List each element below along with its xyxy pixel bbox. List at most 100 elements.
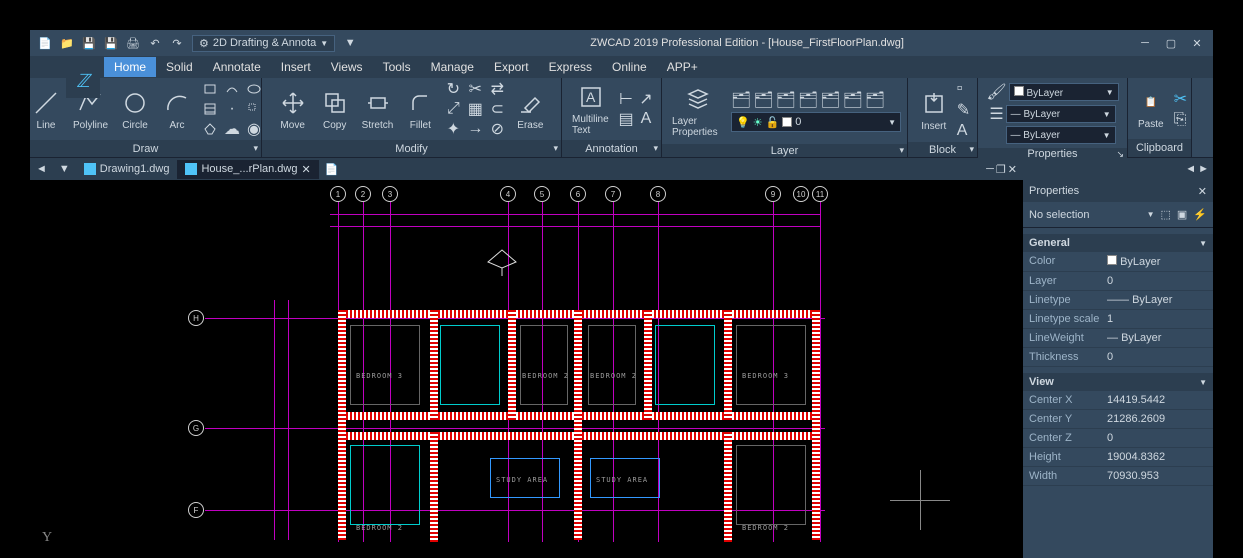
menu-tab-export[interactable]: Export bbox=[484, 57, 539, 77]
extend-icon[interactable]: → bbox=[465, 120, 485, 138]
list-icon[interactable]: ☰ bbox=[989, 104, 1003, 124]
prop-row[interactable]: Width70930.953 bbox=[1023, 467, 1213, 486]
copy-clip-icon[interactable]: ⎘ bbox=[1174, 111, 1187, 129]
menu-tab-express[interactable]: Express bbox=[539, 57, 602, 77]
menu-tab-app[interactable]: APP+ bbox=[657, 57, 708, 77]
doc-close-icon[interactable]: ✕ bbox=[1008, 163, 1017, 176]
layer-iso-icon[interactable]: 🗂 bbox=[753, 90, 773, 110]
layer-combo[interactable]: 💡 ☀ 🔓 0 ▼ bbox=[731, 112, 901, 132]
close-tab-icon[interactable]: ✕ bbox=[301, 163, 310, 176]
layer-state-icon[interactable]: 🗂 bbox=[731, 90, 751, 110]
match-props-icon[interactable]: 🖌 bbox=[986, 82, 1006, 102]
circle-tool[interactable]: Circle bbox=[116, 86, 154, 133]
prop-row[interactable]: LineWeight— ByLayer bbox=[1023, 329, 1213, 348]
qat-dropdown-icon[interactable]: ▼ bbox=[340, 33, 360, 53]
expand-icon[interactable]: ▾ bbox=[899, 145, 904, 156]
menu-tab-home[interactable]: Home bbox=[104, 57, 156, 77]
prop-row[interactable]: Center Y21286.2609 bbox=[1023, 410, 1213, 429]
break-icon[interactable]: ⊘ bbox=[487, 120, 507, 138]
prop-row[interactable]: Layer0 bbox=[1023, 272, 1213, 291]
stretch-tool[interactable]: Stretch bbox=[358, 86, 398, 133]
offset-icon[interactable]: ⊂ bbox=[487, 100, 507, 118]
new-icon[interactable]: 📄 bbox=[35, 33, 55, 53]
menu-tab-views[interactable]: Views bbox=[321, 57, 373, 77]
lineweight-combo[interactable]: — ByLayer▼ bbox=[1006, 105, 1116, 123]
pickset-icon[interactable]: ⚡ bbox=[1193, 208, 1207, 221]
scale-icon[interactable]: ⤢ bbox=[443, 100, 463, 118]
menu-tab-tools[interactable]: Tools bbox=[373, 57, 421, 77]
drawing-canvas[interactable]: 1 2 3 4 5 6 7 8 9 10 11 H G F bbox=[30, 180, 1023, 558]
layer-prev-icon[interactable]: 🗂 bbox=[865, 90, 885, 110]
redo-icon[interactable]: ↷ bbox=[167, 33, 187, 53]
paste-tool[interactable]: 📋Paste bbox=[1132, 85, 1170, 132]
menu-tab-insert[interactable]: Insert bbox=[271, 57, 321, 77]
layer-match-icon[interactable]: 🗂 bbox=[843, 90, 863, 110]
attr-block-icon[interactable]: A bbox=[957, 122, 970, 140]
doc-tab-drawing1[interactable]: Drawing1.dwg bbox=[76, 160, 178, 178]
saveas-icon[interactable]: 💾 bbox=[101, 33, 121, 53]
prop-row[interactable]: Thickness0 bbox=[1023, 348, 1213, 367]
rectangle-icon[interactable] bbox=[200, 80, 220, 98]
panel-nav-right-icon[interactable]: ► bbox=[1198, 163, 1209, 175]
mirror-icon[interactable]: ⇄ bbox=[487, 80, 507, 98]
open-icon[interactable]: 📁 bbox=[57, 33, 77, 53]
save-icon[interactable]: 💾 bbox=[79, 33, 99, 53]
prop-row[interactable]: Linetype—— ByLayer bbox=[1023, 291, 1213, 310]
rotate-icon[interactable]: ↻ bbox=[443, 80, 463, 98]
tab-nav-left[interactable]: ◄ bbox=[30, 163, 53, 175]
erase-tool[interactable]: Erase bbox=[511, 86, 549, 133]
prop-row[interactable]: Height19004.8362 bbox=[1023, 448, 1213, 467]
workspace-selector[interactable]: ⚙ 2D Drafting & Annota ▼ bbox=[192, 35, 335, 52]
polygon-icon[interactable] bbox=[200, 120, 220, 138]
hatch-icon[interactable] bbox=[200, 100, 220, 118]
quick-select-icon[interactable]: ⬚ bbox=[1160, 208, 1170, 221]
edit-block-icon[interactable]: ✎ bbox=[957, 100, 970, 120]
doc-tab-house[interactable]: House_...rPlan.dwg✕ bbox=[177, 160, 318, 179]
menu-tab-manage[interactable]: Manage bbox=[421, 57, 484, 77]
mtext-tool[interactable]: AMultiline Text bbox=[568, 80, 613, 138]
arc-tool[interactable]: Arc bbox=[158, 86, 196, 133]
leader-icon[interactable]: ↗ bbox=[637, 90, 655, 108]
point-icon[interactable]: · bbox=[222, 100, 242, 118]
expand-icon[interactable]: ▾ bbox=[253, 143, 258, 154]
spline-icon[interactable] bbox=[222, 80, 242, 98]
view-cube[interactable] bbox=[482, 248, 522, 280]
prop-row[interactable]: Color ByLayer bbox=[1023, 252, 1213, 272]
section-view[interactable]: View▼ bbox=[1023, 373, 1213, 391]
section-general[interactable]: General▼ bbox=[1023, 234, 1213, 252]
fillet-tool[interactable]: Fillet bbox=[401, 86, 439, 133]
new-tab-icon[interactable]: 📄 bbox=[319, 163, 345, 176]
select-objects-icon[interactable]: ▣ bbox=[1177, 208, 1187, 221]
explode-icon[interactable]: ✦ bbox=[443, 120, 463, 138]
close-button[interactable]: ✕ bbox=[1185, 34, 1209, 52]
linetype-combo[interactable]: — ByLayer▼ bbox=[1006, 126, 1116, 144]
copy-tool[interactable]: Copy bbox=[316, 86, 354, 133]
prop-row[interactable]: Center X14419.5442 bbox=[1023, 391, 1213, 410]
text-icon[interactable]: A bbox=[637, 110, 655, 128]
expand-icon[interactable]: ▾ bbox=[653, 143, 658, 154]
expand-icon[interactable]: ▾ bbox=[969, 144, 974, 155]
dimension-icon[interactable]: ⊢ bbox=[617, 90, 635, 108]
prop-row[interactable]: Linetype scale1 bbox=[1023, 310, 1213, 329]
maximize-button[interactable]: ▢ bbox=[1159, 34, 1183, 52]
table-icon[interactable]: ▤ bbox=[617, 110, 635, 128]
insert-block-tool[interactable]: Insert bbox=[915, 87, 953, 134]
panel-nav-left-icon[interactable]: ◄ bbox=[1185, 163, 1196, 175]
minimize-button[interactable]: ─ bbox=[1133, 34, 1157, 52]
layer-lock-icon[interactable]: 🗂 bbox=[820, 90, 840, 110]
layer-off-icon[interactable]: 🗂 bbox=[776, 90, 796, 110]
revcloud-icon[interactable]: ☁ bbox=[222, 120, 242, 138]
create-block-icon[interactable]: ▫ bbox=[957, 80, 970, 98]
expand-arrow-icon[interactable]: ↘ bbox=[1116, 149, 1124, 160]
doc-minimize-icon[interactable]: ─ bbox=[986, 163, 994, 176]
menu-tab-solid[interactable]: Solid bbox=[156, 57, 203, 77]
plot-icon[interactable]: 🖨 bbox=[123, 33, 143, 53]
move-tool[interactable]: Move bbox=[274, 86, 312, 133]
undo-icon[interactable]: ↶ bbox=[145, 33, 165, 53]
cut-icon[interactable]: ✂ bbox=[1174, 89, 1187, 109]
selection-combo[interactable]: No selection bbox=[1029, 209, 1141, 221]
tab-nav-right[interactable]: ▼ bbox=[53, 163, 76, 175]
menu-tab-annotate[interactable]: Annotate bbox=[203, 57, 271, 77]
menu-tab-online[interactable]: Online bbox=[602, 57, 657, 77]
expand-icon[interactable]: ▾ bbox=[553, 143, 558, 154]
